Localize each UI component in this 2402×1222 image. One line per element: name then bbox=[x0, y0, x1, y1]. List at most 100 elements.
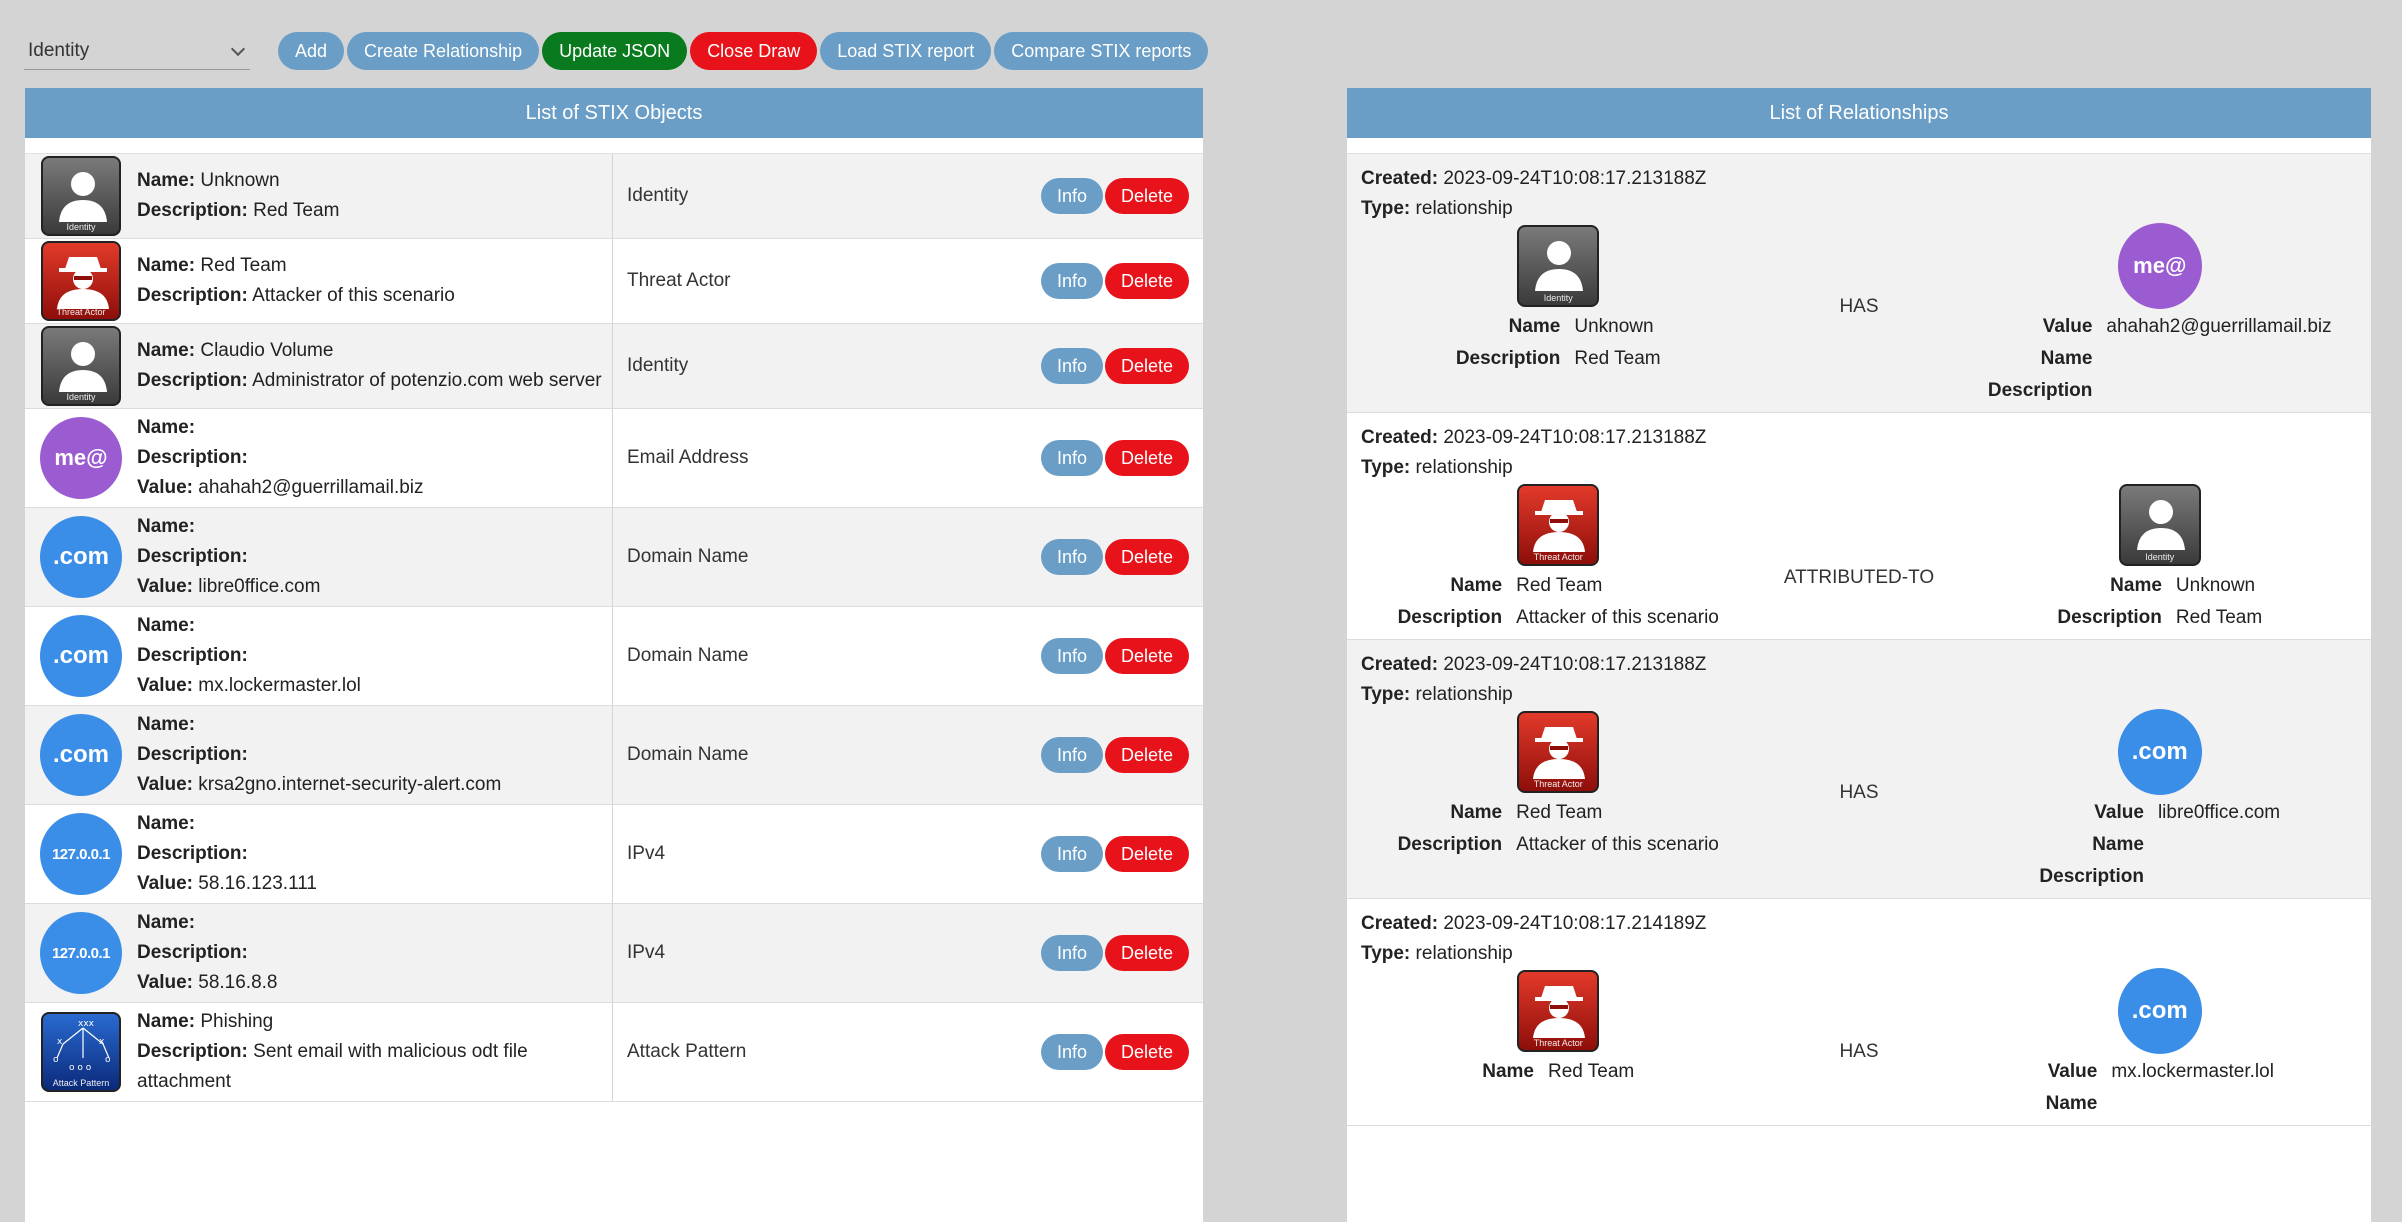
name-label: Name: bbox=[137, 417, 196, 438]
svg-text:xxx: xxx bbox=[78, 1019, 95, 1029]
rel-value: mx.lockermaster.lol bbox=[2111, 1061, 2274, 1082]
delete-button[interactable]: Delete bbox=[1104, 737, 1189, 773]
stix-object-row[interactable]: .com Name: Description: Value: mx.lockerm… bbox=[25, 607, 1203, 706]
delete-button[interactable]: Delete bbox=[1104, 263, 1189, 299]
delete-button[interactable]: Delete bbox=[1104, 178, 1189, 214]
stix-object-row[interactable]: 127.0.0.1 Name: Description: Value: 58.16… bbox=[25, 904, 1203, 1003]
domain-name-icon: .com bbox=[39, 713, 123, 797]
description-label: Description: bbox=[137, 744, 248, 765]
stix-object-summary: .com Name: Description: Value: libre0ffic… bbox=[25, 508, 613, 606]
close-draw-button[interactable]: Close Draw bbox=[690, 32, 818, 70]
relationship-source[interactable]: Threat Actor Name Red Team bbox=[1361, 969, 1755, 1083]
object-type-select[interactable]: Identity bbox=[24, 32, 250, 70]
info-button[interactable]: Info bbox=[1040, 440, 1103, 476]
rel-fields: Value libre0ffice.com Name Description bbox=[2039, 802, 2280, 888]
stix-object-summary: xxx x x o o o o o Attack Pattern Name: Phishing… bbox=[25, 1003, 613, 1101]
add-button[interactable]: Add bbox=[278, 32, 345, 70]
delete-button[interactable]: Delete bbox=[1104, 638, 1189, 674]
object-type: Email Address bbox=[627, 447, 749, 468]
relationship-target[interactable]: Identity Name Unknown Description Red Team bbox=[1963, 483, 2357, 629]
name-label: Name: bbox=[137, 615, 196, 636]
identity-icon: Identity bbox=[2118, 483, 2202, 567]
description-label: Description: bbox=[137, 546, 248, 567]
description-label: Description: bbox=[137, 370, 248, 391]
stix-object-fields: Name: Description: Value: 58.16.123.111 bbox=[137, 805, 317, 903]
description-key: Description bbox=[1987, 380, 2093, 401]
info-button[interactable]: Info bbox=[1040, 737, 1103, 773]
relationship-source[interactable]: Threat Actor Name Red Team Description Attac… bbox=[1361, 710, 1755, 856]
stix-object-row[interactable]: me@ Name: Description: Value: ahahah2@gue… bbox=[25, 409, 1203, 508]
info-button[interactable]: Info bbox=[1040, 836, 1103, 872]
info-button[interactable]: Info bbox=[1040, 935, 1103, 971]
created-timestamp: 2023-09-24T10:08:17.214189Z bbox=[1443, 913, 1707, 934]
object-type: Attack Pattern bbox=[627, 1041, 747, 1062]
stix-objects-panel-title: List of STIX Objects bbox=[25, 88, 1203, 138]
rel-fields: Name Red Team bbox=[1482, 1061, 1634, 1083]
relationship-target[interactable]: me@ Value ahahah2@guerrillamail.biz Name Des… bbox=[1963, 223, 2357, 402]
relationship-object-type: relationship bbox=[1415, 684, 1513, 705]
info-button[interactable]: Info bbox=[1040, 638, 1103, 674]
relationship-object-type: relationship bbox=[1415, 457, 1513, 478]
relationships-panel-title: List of Relationships bbox=[1347, 88, 2371, 138]
type-label: Type: bbox=[1361, 457, 1411, 478]
svg-text:o: o bbox=[53, 1055, 59, 1065]
stix-object-row[interactable]: 127.0.0.1 Name: Description: Value: 58.16… bbox=[25, 805, 1203, 904]
delete-button[interactable]: Delete bbox=[1104, 440, 1189, 476]
relationship-target[interactable]: .com Value libre0ffice.com Name Description bbox=[1963, 709, 2357, 888]
stix-object-row[interactable]: Threat Actor Name: Red Team Description: A… bbox=[25, 239, 1203, 324]
object-description: Administrator of potenzio.com web server bbox=[252, 370, 602, 391]
stix-object-row[interactable]: .com Name: Description: Value: krsa2gno.i… bbox=[25, 706, 1203, 805]
info-button[interactable]: Info bbox=[1040, 1034, 1103, 1070]
rel-name: Unknown bbox=[2175, 575, 2256, 596]
rel-name bbox=[2158, 834, 2280, 856]
stix-object-fields: Name: Description: Value: krsa2gno.inter… bbox=[137, 706, 501, 804]
delete-button[interactable]: Delete bbox=[1104, 1034, 1189, 1070]
relationship-body: Threat Actor Name Red Team Description Attac… bbox=[1361, 483, 2357, 629]
relationship-meta: Created: 2023-09-24T10:08:17.213188Z Type… bbox=[1361, 650, 2357, 710]
compare-stix-reports-button[interactable]: Compare STIX reports bbox=[994, 32, 1209, 70]
stix-object-row[interactable]: Identity Name: Unknown Description: Red Te… bbox=[25, 154, 1203, 239]
object-type: Identity bbox=[627, 185, 689, 206]
name-label: Name: bbox=[137, 813, 196, 834]
relationship-source[interactable]: Threat Actor Name Red Team Description Attac… bbox=[1361, 483, 1755, 629]
created-label: Created: bbox=[1361, 913, 1439, 934]
relationship-meta: Created: 2023-09-24T10:08:17.213188Z Type… bbox=[1361, 164, 2357, 224]
rel-fields: Name Red Team Description Attacker of this … bbox=[1398, 802, 1719, 856]
info-button[interactable]: Info bbox=[1040, 348, 1103, 384]
stix-objects-list[interactable]: Identity Name: Unknown Description: Red Te… bbox=[25, 154, 1203, 1102]
delete-button[interactable]: Delete bbox=[1104, 539, 1189, 575]
stix-object-summary: Identity Name: Unknown Description: Red Te… bbox=[25, 154, 613, 238]
created-label: Created: bbox=[1361, 427, 1439, 448]
delete-button[interactable]: Delete bbox=[1104, 935, 1189, 971]
name-key: Name bbox=[2045, 1093, 2098, 1114]
stix-object-row[interactable]: .com Name: Description: Value: libre0ffic… bbox=[25, 508, 1203, 607]
load-stix-report-button[interactable]: Load STIX report bbox=[820, 32, 992, 70]
threat-actor-icon: Threat Actor bbox=[1516, 969, 1600, 1053]
info-button[interactable]: Info bbox=[1040, 263, 1103, 299]
create-relationship-button[interactable]: Create Relationship bbox=[347, 32, 540, 70]
stix-object-row[interactable]: Identity Name: Claudio Volume Description:… bbox=[25, 324, 1203, 409]
stix-object-row[interactable]: xxx x x o o o o o Attack Pattern Name: Phishing… bbox=[25, 1003, 1203, 1102]
update-json-button[interactable]: Update JSON bbox=[542, 32, 688, 70]
object-type: IPv4 bbox=[627, 843, 666, 864]
name-label: Name: bbox=[137, 912, 196, 933]
value-label: Value: bbox=[137, 576, 193, 597]
created-timestamp: 2023-09-24T10:08:17.213188Z bbox=[1443, 427, 1707, 448]
info-button[interactable]: Info bbox=[1040, 539, 1103, 575]
name-key: Name bbox=[1450, 575, 1503, 596]
info-button[interactable]: Info bbox=[1040, 178, 1103, 214]
delete-button[interactable]: Delete bbox=[1104, 836, 1189, 872]
stix-object-fields: Name: Claudio Volume Description: Adminis… bbox=[137, 332, 602, 400]
relationships-list[interactable]: Created: 2023-09-24T10:08:17.213188Z Type… bbox=[1347, 154, 2371, 1126]
object-actions: Info Delete bbox=[1039, 154, 1203, 238]
rel-fields: Value ahahah2@guerrillamail.biz Name Descri… bbox=[1988, 316, 2332, 402]
description-label: Description: bbox=[137, 1041, 248, 1062]
relationship-source[interactable]: Identity Name Unknown Description Red Team bbox=[1361, 224, 1755, 370]
relationship-item[interactable]: Created: 2023-09-24T10:08:17.214189Z Type… bbox=[1347, 899, 2371, 1126]
relationship-item[interactable]: Created: 2023-09-24T10:08:17.213188Z Type… bbox=[1347, 640, 2371, 899]
delete-button[interactable]: Delete bbox=[1104, 348, 1189, 384]
relationship-target[interactable]: .com Value mx.lockermaster.lol Name bbox=[1963, 968, 2357, 1115]
svg-text:o: o bbox=[105, 1055, 111, 1065]
relationship-item[interactable]: Created: 2023-09-24T10:08:17.213188Z Type… bbox=[1347, 413, 2371, 640]
relationship-item[interactable]: Created: 2023-09-24T10:08:17.213188Z Type… bbox=[1347, 154, 2371, 413]
